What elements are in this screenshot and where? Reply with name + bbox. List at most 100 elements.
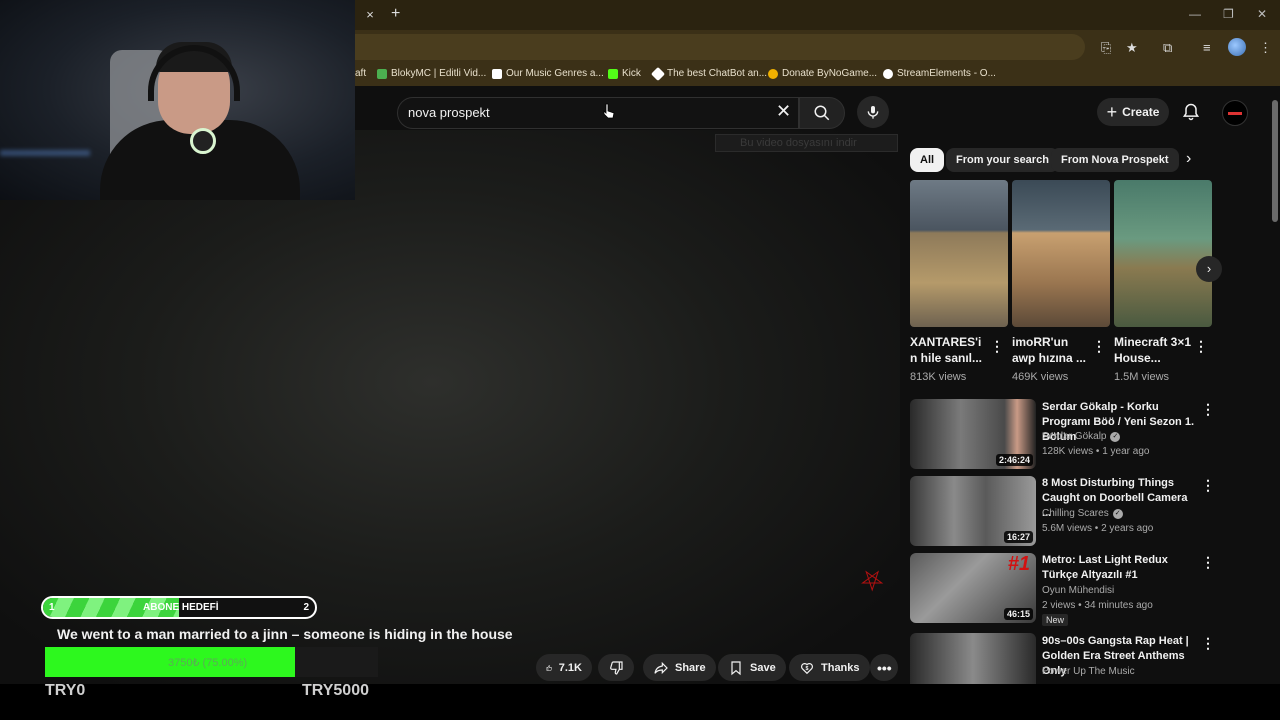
download-bar-label: Bu video dosyasını indir (740, 137, 857, 149)
streamelements-icon (883, 68, 893, 79)
save-label: Save (750, 661, 776, 674)
bookmark-item[interactable]: Our Music Genres a... (492, 68, 604, 79)
bottom-band (0, 684, 1280, 720)
donation-max-label: TRY5000 (302, 682, 369, 699)
microphone (190, 128, 216, 154)
new-badge: New (1042, 614, 1069, 626)
more-options-icon[interactable]: ⋮ (1201, 401, 1215, 418)
media-control-icon[interactable]: ≡ (1203, 40, 1211, 55)
chip-from-your-search[interactable]: From your search (946, 148, 1059, 172)
site-icon (492, 68, 502, 79)
verified-icon: ✓ (1110, 431, 1121, 442)
chip-from-nova-prospekt[interactable]: From Nova Prospekt (1051, 148, 1179, 172)
share-button[interactable]: Share (643, 654, 716, 681)
kick-icon (608, 68, 618, 79)
clear-search-icon[interactable]: ✕ (776, 101, 791, 122)
short-thumbnail[interactable] (1012, 180, 1110, 327)
share-label: Share (675, 661, 706, 674)
tab-close-icon[interactable]: × (363, 7, 377, 23)
thumbs-down-icon (610, 660, 623, 675)
thumbs-up-icon (546, 664, 552, 671)
window-close-icon[interactable]: ✕ (1257, 7, 1267, 21)
bookmark-star-icon[interactable]: ★ (1126, 40, 1138, 56)
install-app-icon[interactable]: ⎘ (1101, 40, 1111, 56)
bookmark-item[interactable]: The best ChatBot an... (650, 66, 767, 81)
duration-badge: 46:15 (1003, 608, 1033, 620)
video-thumbnail[interactable]: 16:27 (910, 476, 1036, 546)
browser-profile-avatar[interactable] (1228, 38, 1246, 56)
bookmark-item[interactable]: aft (355, 68, 366, 79)
short-thumbnail[interactable] (1114, 180, 1212, 327)
more-actions-button[interactable]: ••• (870, 654, 898, 681)
bookmark-item[interactable]: BlokyMC | Editli Vid... (377, 68, 486, 79)
channel-name[interactable]: Serdar Gökalp ✓ (1042, 431, 1121, 442)
more-options-icon[interactable]: ⋮ (1201, 554, 1215, 571)
bookmark-item[interactable]: StreamElements - O... (883, 68, 996, 79)
video-meta: 2 views • 34 minutes ago (1042, 600, 1153, 611)
bookmark-item[interactable]: Donate ByNoGame... (768, 68, 877, 79)
shorts-next-button[interactable]: › (1196, 256, 1222, 282)
short-views: 813K views (910, 371, 967, 383)
bookmark-item[interactable]: Kick (608, 68, 641, 79)
video-thumbnail[interactable]: #1 46:15 (910, 553, 1036, 623)
minimize-icon[interactable]: — (1189, 7, 1201, 21)
channel-name[interactable]: Oyun Mühendisi (1042, 585, 1114, 596)
video-title[interactable]: Metro: Last Light Redux Türkçe Altyazılı… (1042, 553, 1194, 583)
more-options-icon[interactable]: ⋮ (1201, 635, 1215, 652)
search-icon (814, 105, 830, 121)
chip-all[interactable]: All (910, 148, 945, 172)
like-count: 7.1K (558, 661, 582, 674)
search-input[interactable] (408, 105, 768, 120)
episode-number: #1 (1007, 553, 1030, 575)
short-views: 1.5M views (1114, 371, 1170, 383)
chatbot-icon (650, 66, 666, 81)
account-avatar[interactable] (1222, 100, 1248, 126)
dislike-button[interactable] (598, 654, 634, 681)
create-label: Create (1122, 105, 1160, 119)
more-options-icon[interactable]: ⋮ (1201, 477, 1215, 494)
notifications-bell-icon[interactable] (1181, 102, 1201, 122)
browser-menu-icon[interactable]: ⋮ (1259, 40, 1272, 56)
channel-name[interactable]: Chilling Scares ✓ (1042, 508, 1123, 519)
donate-icon (768, 68, 778, 79)
search-box (397, 97, 799, 129)
screen: × + — ❐ ✕ ⎘ ★ ⧉ ≡ ⋮ aft BlokyMC | Editli… (0, 0, 1280, 720)
scrollbar-thumb[interactable] (1272, 100, 1278, 222)
subscriber-goal-bar: 1 ABONE HEDEFİ 2 (41, 596, 317, 619)
search-button[interactable] (799, 97, 845, 129)
url-field[interactable] (355, 34, 1085, 60)
like-button[interactable]: 7.1K (536, 654, 592, 681)
share-icon (654, 661, 668, 674)
goal-current: 1 (49, 602, 55, 613)
duration-badge: 2:46:24 (995, 454, 1033, 466)
voice-search-button[interactable] (857, 96, 889, 128)
short-thumbnail[interactable] (910, 180, 1008, 327)
svg-text:$: $ (806, 666, 809, 672)
pentagram-icon: ⛧ (861, 566, 884, 597)
webcam-overlay (0, 0, 355, 200)
thanks-button[interactable]: $ Thanks (789, 654, 870, 681)
plus-icon: + (1106, 101, 1118, 122)
short-title[interactable]: imoRR'un awp hızına ... (1012, 334, 1092, 366)
video-meta: 5.6M views • 2 years ago (1042, 523, 1154, 534)
more-options-icon[interactable]: ⋮ (1194, 338, 1208, 355)
restore-icon[interactable]: ❐ (1223, 7, 1234, 21)
new-tab-icon[interactable]: + (391, 5, 400, 23)
more-options-icon[interactable]: ⋮ (1092, 338, 1106, 355)
download-video-bar[interactable]: Bu video dosyasını indir (715, 134, 898, 152)
save-button[interactable]: Save (718, 654, 786, 681)
browser-address-bar: ⎘ ★ ⧉ ≡ ⋮ (355, 30, 1280, 64)
more-options-icon[interactable]: ⋮ (990, 338, 1004, 355)
goal-target: 2 (303, 602, 309, 613)
duration-badge: 16:27 (1003, 531, 1033, 543)
short-title[interactable]: Minecraft 3×1 House... (1114, 334, 1194, 366)
video-thumbnail[interactable] (910, 633, 1036, 684)
short-title[interactable]: XANTARES'i n hile sanıl... (910, 334, 990, 366)
video-meta: 128K views • 1 year ago (1042, 446, 1150, 457)
extensions-icon[interactable]: ⧉ (1163, 40, 1172, 56)
video-main-title: We went to a man married to a jinn – som… (57, 626, 513, 642)
channel-name[interactable]: Power Up The Music (1042, 666, 1135, 677)
chevron-right-icon[interactable]: › (1186, 150, 1191, 168)
video-thumbnail[interactable]: 2:46:24 (910, 399, 1036, 469)
create-button[interactable]: + Create (1097, 98, 1169, 126)
